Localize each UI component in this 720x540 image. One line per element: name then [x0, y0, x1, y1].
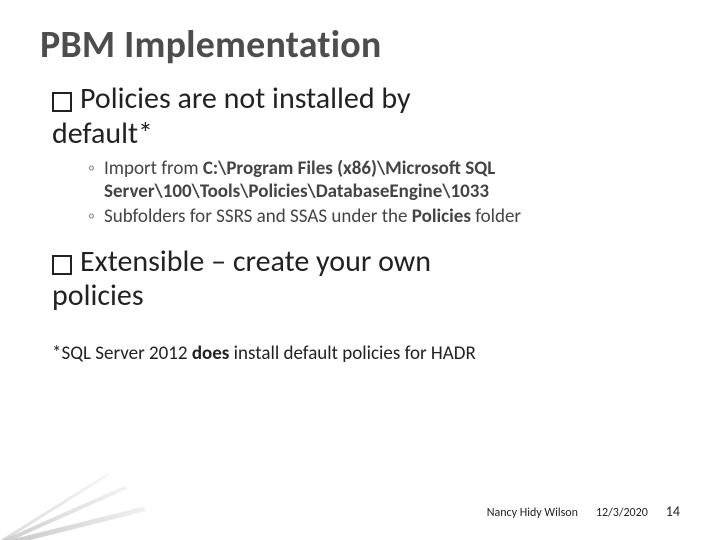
- sub-item-subfolders: Subfolders for SSRS and SSAS under the P…: [88, 205, 680, 228]
- footnote-b: install default policies for HADR: [229, 342, 475, 365]
- footer: Nancy Hidy Wilson 12/3/2020 14: [487, 503, 680, 520]
- bullet-extensible: Extensible – create your own: [52, 245, 680, 280]
- footnote-bold: does: [192, 342, 230, 365]
- sub-list-1: Import from C:\Program Files (x86)\Micro…: [52, 157, 680, 229]
- sub-item-import-path: Import from C:\Program Files (x86)\Micro…: [88, 157, 680, 203]
- footnote: *SQL Server 2012 does install default po…: [52, 342, 680, 365]
- footer-page-number: 14: [666, 503, 680, 520]
- bullet-extensible-line1: Extensible – create your own: [80, 245, 431, 280]
- checkbox-icon: [52, 92, 72, 112]
- sub-item-subfolders-b: folder: [471, 205, 521, 228]
- bullet-extensible-line2: policies: [52, 279, 680, 314]
- slide: PBM Implementation Policies are not inst…: [0, 0, 720, 540]
- slide-title: PBM Implementation: [40, 22, 680, 68]
- footer-date: 12/3/2020: [596, 506, 648, 520]
- sub-item-subfolders-a: Subfolders for SSRS and SSAS under the: [104, 205, 412, 228]
- body-content: Policies are not installed by default* I…: [40, 82, 680, 365]
- sub-item-import-path-line1: C:\Program Files (x86)\Microsoft SQL: [203, 157, 495, 180]
- bullet-policies: Policies are not installed by: [52, 82, 680, 117]
- sub-item-import-path-line2: Server\100\Tools\Policies\DatabaseEngine…: [104, 180, 489, 203]
- footer-author: Nancy Hidy Wilson: [487, 506, 578, 520]
- footnote-a: *SQL Server 2012: [52, 342, 192, 365]
- sub-item-subfolders-bold: Policies: [412, 205, 471, 228]
- checkbox-icon: [52, 255, 72, 275]
- bullet-policies-line1: Policies are not installed by: [80, 82, 411, 117]
- sub-item-import-prefix: Import from: [104, 157, 203, 180]
- bullet-policies-line2: default*: [52, 117, 680, 152]
- corner-accent-lines: [0, 450, 110, 540]
